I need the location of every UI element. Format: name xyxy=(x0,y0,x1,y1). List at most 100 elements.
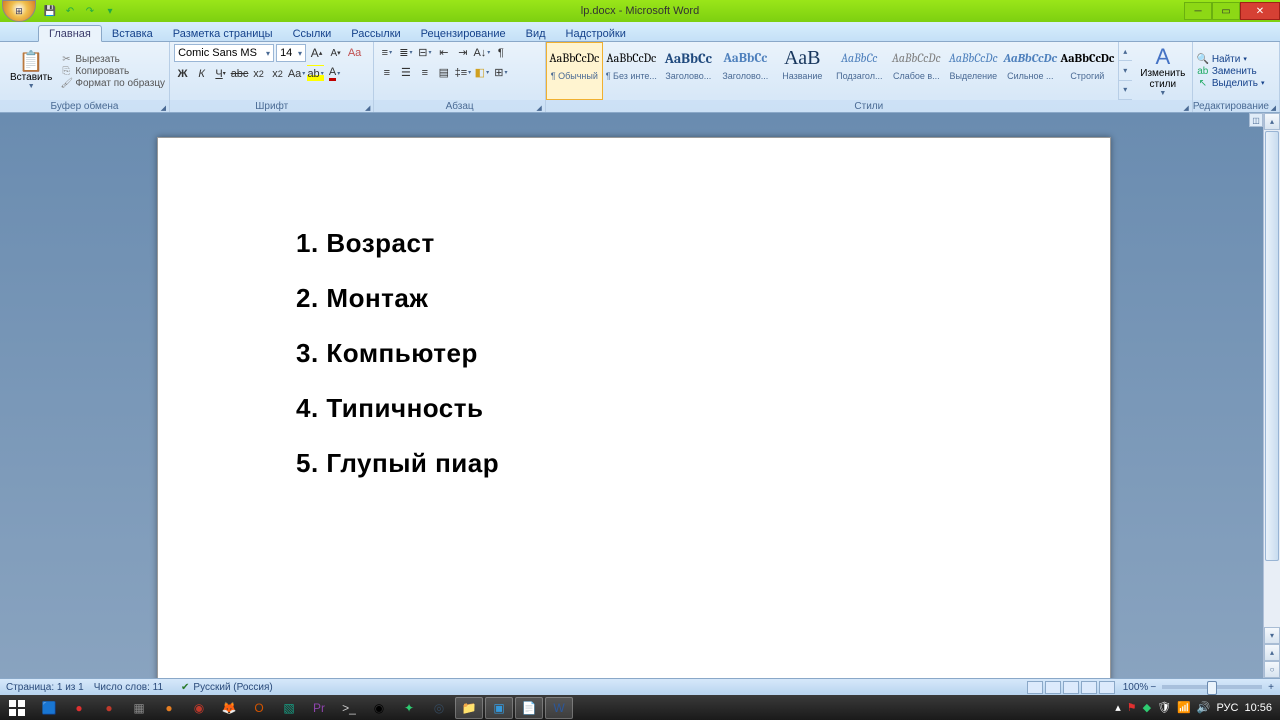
taskbar-app7[interactable]: ✦ xyxy=(395,697,423,719)
qat-more-icon[interactable]: ▾ xyxy=(102,3,118,19)
font-name-combo[interactable]: Comic Sans MS xyxy=(174,44,274,62)
tab-вид[interactable]: Вид xyxy=(516,26,556,41)
tray-language[interactable]: РУС xyxy=(1216,702,1238,714)
list-item[interactable]: 5. Глупый пиар xyxy=(296,448,1110,479)
list-item[interactable]: 2. Монтаж xyxy=(296,283,1110,314)
subscript-button[interactable]: x2 xyxy=(250,65,267,82)
close-button[interactable]: ✕ xyxy=(1240,2,1280,20)
minimize-button[interactable]: ─ xyxy=(1184,2,1212,20)
multilevel-button[interactable]: ⊟ xyxy=(416,44,433,61)
borders-button[interactable]: ⊞ xyxy=(492,64,509,81)
page-status[interactable]: Страница: 1 из 1 xyxy=(6,682,84,693)
tab-рассылки[interactable]: Рассылки xyxy=(341,26,410,41)
web-view-button[interactable] xyxy=(1063,681,1079,694)
draft-view-button[interactable] xyxy=(1099,681,1115,694)
tray-app-icon[interactable]: ◆ xyxy=(1143,701,1151,714)
word-count[interactable]: Число слов: 11 xyxy=(94,682,163,693)
outdent-button[interactable]: ⇤ xyxy=(435,44,452,61)
line-spacing-button[interactable]: ‡≡ xyxy=(454,64,471,81)
scroll-thumb[interactable] xyxy=(1265,131,1279,561)
zoom-slider[interactable] xyxy=(1162,685,1262,689)
gallery-up-button[interactable]: ▴ xyxy=(1119,42,1132,61)
scroll-up-button[interactable]: ▴ xyxy=(1264,113,1280,130)
find-button[interactable]: 🔍Найти ▾ xyxy=(1197,54,1265,65)
start-button[interactable] xyxy=(2,696,32,719)
document-content[interactable]: 1. Возраст 2. Монтаж 3. Компьютер 4. Типичн… xyxy=(158,138,1110,479)
taskbar-app4[interactable]: ◉ xyxy=(185,697,213,719)
tray-network-icon[interactable]: 📶 xyxy=(1177,701,1191,714)
numbering-button[interactable]: ≣ xyxy=(397,44,414,61)
tray-clock[interactable]: 10:56 xyxy=(1244,702,1272,714)
prev-page-button[interactable]: ▴ xyxy=(1264,644,1280,661)
list-item[interactable]: 4. Типичность xyxy=(296,393,1110,424)
taskbar-app1[interactable]: ● xyxy=(95,697,123,719)
font-color-button[interactable]: A xyxy=(326,65,343,82)
outline-view-button[interactable] xyxy=(1081,681,1097,694)
clear-format-button[interactable]: Aa xyxy=(346,45,363,62)
show-marks-button[interactable]: ¶ xyxy=(492,44,509,61)
taskbar-cmd[interactable]: >_ xyxy=(335,697,363,719)
change-styles-button[interactable]: A Изменить стили ▼ xyxy=(1134,42,1192,100)
align-right-button[interactable]: ≡ xyxy=(416,64,433,81)
redo-icon[interactable]: ↷ xyxy=(82,3,98,19)
tray-up-icon[interactable]: ▴ xyxy=(1115,701,1121,714)
vertical-scrollbar[interactable]: ▴ ▾ ▴ ○ ▾ xyxy=(1263,113,1280,695)
style--обычный[interactable]: AaBbCcDc¶ Обычный xyxy=(546,42,603,100)
shrink-font-button[interactable]: A▾ xyxy=(327,45,344,62)
fullscreen-view-button[interactable] xyxy=(1045,681,1061,694)
save-icon[interactable]: 💾 xyxy=(42,3,58,19)
style-слабое-в-[interactable]: AaBbCcDcСлабое в... xyxy=(888,42,945,100)
font-size-combo[interactable]: 14 xyxy=(276,44,306,62)
superscript-button[interactable]: x2 xyxy=(269,65,286,82)
justify-button[interactable]: ▤ xyxy=(435,64,452,81)
taskbar-app6[interactable]: ▧ xyxy=(275,697,303,719)
taskbar-steam[interactable]: ◎ xyxy=(425,697,453,719)
replace-button[interactable]: abЗаменить xyxy=(1197,66,1265,77)
style-заголово-[interactable]: AaBbCcЗаголово... xyxy=(660,42,717,100)
taskbar-explorer[interactable]: 📁 xyxy=(455,697,483,719)
taskbar-skype[interactable]: 🟦 xyxy=(35,697,63,719)
taskbar-app2[interactable]: ▦ xyxy=(125,697,153,719)
style--без-инте-[interactable]: AaBbCcDc¶ Без инте... xyxy=(603,42,660,100)
tab-надстройки[interactable]: Надстройки xyxy=(556,26,636,41)
align-center-button[interactable]: ☰ xyxy=(397,64,414,81)
taskbar-premiere[interactable]: Pr xyxy=(305,697,333,719)
copy-button[interactable]: ⎘Копировать xyxy=(60,66,165,77)
bold-button[interactable]: Ж xyxy=(174,65,191,82)
tab-вставка[interactable]: Вставка xyxy=(102,26,163,41)
paste-button[interactable]: 📋 Вставить ▼ xyxy=(4,44,58,98)
italic-button[interactable]: К xyxy=(193,65,210,82)
tray-flag-icon[interactable]: ⚑ xyxy=(1127,701,1137,714)
scroll-down-button[interactable]: ▾ xyxy=(1264,627,1280,644)
taskbar-firefox[interactable]: 🦊 xyxy=(215,697,243,719)
style-сильное-[interactable]: AaBbCcDcСильное ... xyxy=(1002,42,1059,100)
sort-button[interactable]: A↓ xyxy=(473,44,490,61)
change-case-button[interactable]: Aa xyxy=(288,65,305,82)
highlight-button[interactable]: ab xyxy=(307,65,324,82)
ruler-toggle-button[interactable]: ◫ xyxy=(1249,113,1263,127)
tray-shield-icon[interactable]: 🛡 xyxy=(1157,701,1171,714)
tab-главная[interactable]: Главная xyxy=(38,25,102,42)
taskbar-app5[interactable]: O xyxy=(245,697,273,719)
strike-button[interactable]: abc xyxy=(231,65,248,82)
style-подзагол-[interactable]: AaBbCcПодзагол... xyxy=(831,42,888,100)
style-заголово-[interactable]: AaBbCcЗаголово... xyxy=(717,42,774,100)
bullets-button[interactable]: ≡ xyxy=(378,44,395,61)
tray-volume-icon[interactable]: 🔊 xyxy=(1197,701,1211,714)
list-item[interactable]: 3. Компьютер xyxy=(296,338,1110,369)
cut-button[interactable]: ✂Вырезать xyxy=(60,54,165,65)
style-строгий[interactable]: AaBbCcDcСтрогий xyxy=(1059,42,1116,100)
align-left-button[interactable]: ≡ xyxy=(378,64,395,81)
select-button[interactable]: ↖Выделить ▾ xyxy=(1197,78,1265,89)
taskbar-word[interactable]: W xyxy=(545,697,573,719)
list-item[interactable]: 1. Возраст xyxy=(296,228,1110,259)
gallery-down-button[interactable]: ▾ xyxy=(1119,61,1132,80)
underline-button[interactable]: Ч▾ xyxy=(212,65,229,82)
undo-icon[interactable]: ↶ xyxy=(62,3,78,19)
taskbar-app3[interactable]: ● xyxy=(155,697,183,719)
zoom-out-button[interactable]: − xyxy=(1150,682,1156,693)
tab-рецензирование[interactable]: Рецензирование xyxy=(411,26,516,41)
tab-разметка-страницы[interactable]: Разметка страницы xyxy=(163,26,283,41)
shading-button[interactable]: ◧ xyxy=(473,64,490,81)
page[interactable]: 1. Возраст 2. Монтаж 3. Компьютер 4. Типичн… xyxy=(157,137,1111,695)
